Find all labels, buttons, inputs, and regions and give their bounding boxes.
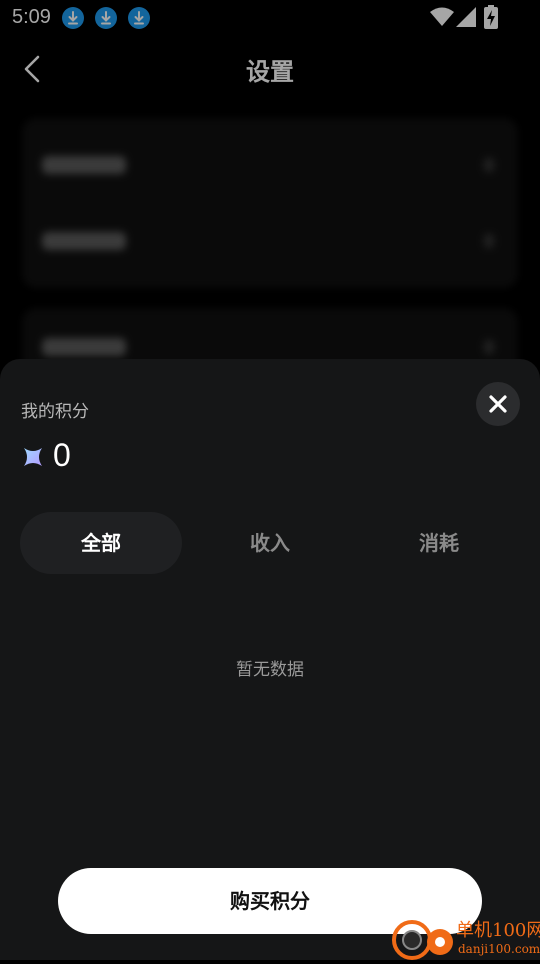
logo-icon [390,914,454,964]
tab-all[interactable]: 全部 [20,512,182,574]
tab-consumption[interactable]: 消耗 [358,512,520,574]
tab-income[interactable]: 收入 [189,512,351,574]
watermark-logo: 单机100网 danji100.com [388,912,540,960]
watermark-url: danji100.com [458,942,540,956]
points-star-icon [22,446,44,472]
empty-state-text: 暂无数据 [236,660,304,680]
points-sheet: 我的积分 0 全部 收入 消耗 暂无数据 购买积分 [0,359,540,960]
close-button[interactable] [476,382,520,426]
my-points-label: 我的积分 [21,402,89,422]
watermark-text: 单机100网 [456,920,540,941]
points-value: 0 [53,437,71,473]
